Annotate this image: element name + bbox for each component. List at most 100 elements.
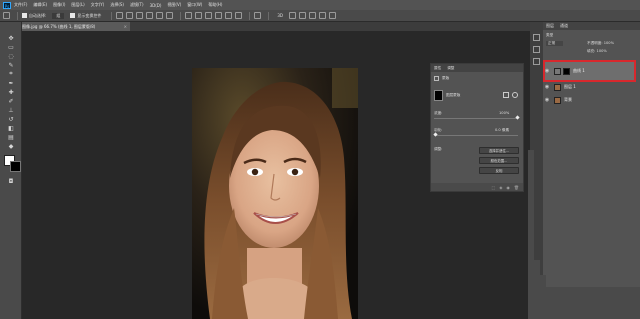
invert-button[interactable]: 反相 bbox=[479, 167, 519, 174]
layer-row-background[interactable]: ◉ 背景 bbox=[543, 95, 640, 105]
menu-select[interactable]: 选择(S) bbox=[110, 2, 124, 8]
tab-channels[interactable]: 通道 bbox=[560, 23, 568, 29]
menu-bar: Ps 文件(F) 编辑(E) 图像(I) 图层(L) 文字(Y) 选择(S) 滤… bbox=[0, 0, 640, 10]
transform-controls-checkbox[interactable] bbox=[70, 13, 76, 18]
distribute-center-icon[interactable] bbox=[225, 12, 233, 19]
visibility-eye-icon[interactable]: ◉ bbox=[543, 68, 551, 74]
menu-image[interactable]: 图像(I) bbox=[53, 2, 65, 8]
3d-rotate-icon[interactable] bbox=[288, 12, 296, 19]
density-label: 浓度: bbox=[434, 111, 443, 115]
align-left-icon[interactable] bbox=[146, 12, 154, 19]
eyedropper-tool-icon[interactable]: ✒ bbox=[5, 79, 17, 87]
visibility-eye-icon[interactable]: ◉ bbox=[543, 97, 551, 103]
3d-scale-icon[interactable] bbox=[328, 12, 336, 19]
layer-row-layer1[interactable]: ◉ 图层 1 bbox=[543, 82, 640, 92]
align-center-icon[interactable] bbox=[156, 12, 164, 19]
marquee-tool-icon[interactable]: ▭ bbox=[5, 43, 17, 51]
feather-slider[interactable] bbox=[434, 135, 518, 136]
healing-tool-icon[interactable]: ✚ bbox=[5, 88, 17, 96]
photoshop-logo: Ps bbox=[3, 1, 11, 9]
align-top-icon[interactable] bbox=[116, 12, 124, 19]
select-and-mask-button[interactable]: 选择并遮住... bbox=[479, 147, 519, 154]
menu-window[interactable]: 窗口(W) bbox=[187, 2, 202, 8]
auto-select-dropdown[interactable]: 组 bbox=[52, 12, 65, 19]
options-bar: 自动选择: 组 显示变换控件 3D bbox=[0, 10, 640, 22]
history-brush-tool-icon[interactable]: ↺ bbox=[5, 115, 17, 123]
mask-section-label: 蒙版 bbox=[442, 76, 450, 80]
layer-mask-thumbnail[interactable] bbox=[563, 67, 570, 75]
move-tool-icon[interactable] bbox=[3, 12, 10, 19]
layer-row-curves[interactable]: ◉ 曲线 1 bbox=[543, 66, 640, 76]
distribute-left-icon[interactable] bbox=[215, 12, 223, 19]
tab-properties[interactable]: 属性 bbox=[434, 66, 441, 71]
visibility-icon[interactable]: ◉ bbox=[506, 185, 510, 190]
fill-field[interactable]: 填充: 100% bbox=[587, 49, 607, 54]
3d-drag-icon[interactable] bbox=[308, 12, 316, 19]
crop-tool-icon[interactable]: ⌗ bbox=[5, 70, 17, 78]
mode-3d-label: 3D bbox=[277, 13, 283, 18]
load-selection-icon[interactable]: ⬚ bbox=[492, 185, 496, 190]
opacity-field[interactable]: 不透明度: 100% bbox=[587, 41, 614, 46]
align-bottom-icon[interactable] bbox=[136, 12, 144, 19]
blur-tool-icon[interactable]: ◆ bbox=[5, 142, 17, 150]
menu-help[interactable]: 帮助(H) bbox=[208, 2, 222, 8]
properties-panel-footer: ⬚ ◈ ◉ 🗑 bbox=[431, 183, 523, 191]
layer-thumbnail bbox=[554, 96, 561, 104]
close-tab-icon[interactable]: × bbox=[124, 22, 127, 31]
menu-edit[interactable]: 编辑(E) bbox=[33, 2, 47, 8]
properties-panel-icon[interactable] bbox=[533, 46, 540, 53]
trash-icon[interactable]: 🗑 bbox=[514, 185, 519, 190]
lasso-tool-icon[interactable]: ◌ bbox=[5, 52, 17, 60]
document-image[interactable] bbox=[192, 68, 358, 319]
layer-name: 图层 1 bbox=[564, 84, 576, 89]
quick-select-tool-icon[interactable]: ✎ bbox=[5, 61, 17, 69]
distribute-middle-icon[interactable] bbox=[195, 12, 203, 19]
transform-controls-label: 显示变换控件 bbox=[77, 12, 102, 18]
distribute-right-icon[interactable] bbox=[235, 12, 243, 19]
mask-icon bbox=[434, 76, 439, 81]
menu-view[interactable]: 视图(V) bbox=[167, 2, 181, 8]
background-color-swatch[interactable] bbox=[10, 161, 21, 172]
stamp-tool-icon[interactable]: ⊥ bbox=[5, 106, 17, 114]
brush-tool-icon[interactable]: ✐ bbox=[5, 97, 17, 105]
gradient-tool-icon[interactable]: ▤ bbox=[5, 133, 17, 141]
auto-align-icon[interactable] bbox=[254, 12, 262, 19]
portrait-image bbox=[192, 68, 358, 319]
quick-mask-icon[interactable]: ◘ bbox=[5, 177, 17, 185]
tab-layers[interactable]: 图层 bbox=[546, 23, 554, 29]
menu-layer[interactable]: 图层(L) bbox=[71, 2, 84, 8]
distribute-top-icon[interactable] bbox=[185, 12, 193, 19]
move-tool-icon[interactable]: ✥ bbox=[5, 34, 17, 42]
align-middle-icon[interactable] bbox=[126, 12, 134, 19]
feather-value[interactable]: 0.0 像素 bbox=[495, 128, 509, 133]
mask-section-row: 蒙版 bbox=[434, 76, 449, 81]
pixel-mask-icon[interactable] bbox=[503, 92, 509, 98]
menu-3d[interactable]: 3D(D) bbox=[150, 3, 162, 8]
density-value[interactable]: 100% bbox=[499, 111, 509, 115]
density-slider[interactable] bbox=[434, 118, 518, 119]
menu-file[interactable]: 文件(F) bbox=[14, 2, 27, 8]
history-panel-icon[interactable] bbox=[533, 34, 540, 41]
color-range-button[interactable]: 颜色范围... bbox=[479, 157, 519, 164]
menu-type[interactable]: 文字(Y) bbox=[91, 2, 105, 8]
mask-name-label: 图层蒙版 bbox=[446, 93, 461, 97]
auto-select-label: 自动选择: bbox=[29, 12, 47, 18]
vector-mask-icon[interactable] bbox=[512, 92, 518, 98]
menu-filter[interactable]: 滤镜(T) bbox=[130, 2, 144, 8]
document-tab[interactable]: 图像.jpg @ 66.7% (曲线 1, 图层蒙版/8) × bbox=[18, 22, 130, 31]
adjustments-panel-icon[interactable] bbox=[533, 58, 540, 65]
3d-roll-icon[interactable] bbox=[298, 12, 306, 19]
visibility-eye-icon[interactable]: ◉ bbox=[543, 84, 551, 90]
align-right-icon[interactable] bbox=[166, 12, 174, 19]
blend-mode-dropdown[interactable]: 正常 bbox=[546, 41, 564, 46]
auto-select-checkbox[interactable] bbox=[22, 13, 27, 18]
3d-slide-icon[interactable] bbox=[318, 12, 326, 19]
layer-filter-dropdown[interactable]: 类型 bbox=[546, 33, 553, 38]
eraser-tool-icon[interactable]: ◧ bbox=[5, 124, 17, 132]
document-tab-title: 图像.jpg @ 66.7% (曲线 1, 图层蒙版/8) bbox=[22, 24, 96, 29]
apply-mask-icon[interactable]: ◈ bbox=[499, 185, 502, 190]
density-slider-handle[interactable] bbox=[515, 115, 520, 120]
tab-adjustments[interactable]: 调整 bbox=[447, 66, 454, 71]
distribute-bottom-icon[interactable] bbox=[205, 12, 213, 19]
layer-name: 曲线 1 bbox=[573, 68, 585, 73]
